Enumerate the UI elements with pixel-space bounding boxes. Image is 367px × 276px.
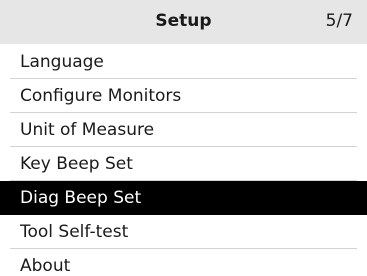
menu-item-label: Language [20,52,104,72]
menu-item-label: Tool Self-test [20,222,129,242]
page-title: Setup [155,11,212,31]
setup-screen: Setup 5/7 Language Configure Monitors Un… [0,0,367,276]
menu-item-diag-beep-set[interactable]: Diag Beep Set [0,181,367,215]
menu-item-unit-of-measure[interactable]: Unit of Measure [0,113,367,147]
menu-item-tool-self-test[interactable]: Tool Self-test [0,215,367,249]
menu-item-label: Unit of Measure [20,120,155,140]
menu-item-language[interactable]: Language [0,45,367,79]
menu-item-configure-monitors[interactable]: Configure Monitors [0,79,367,113]
menu-item-label: Configure Monitors [20,86,182,106]
menu-item-label: Diag Beep Set [20,188,142,208]
menu-item-label: About [20,256,71,276]
menu-item-label: Key Beep Set [20,154,133,174]
header-bar: Setup 5/7 [0,0,367,44]
menu-item-about[interactable]: About [0,249,367,276]
page-indicator: 5/7 [325,11,353,31]
setup-menu: Language Configure Monitors Unit of Meas… [0,45,367,276]
menu-item-key-beep-set[interactable]: Key Beep Set [0,147,367,181]
